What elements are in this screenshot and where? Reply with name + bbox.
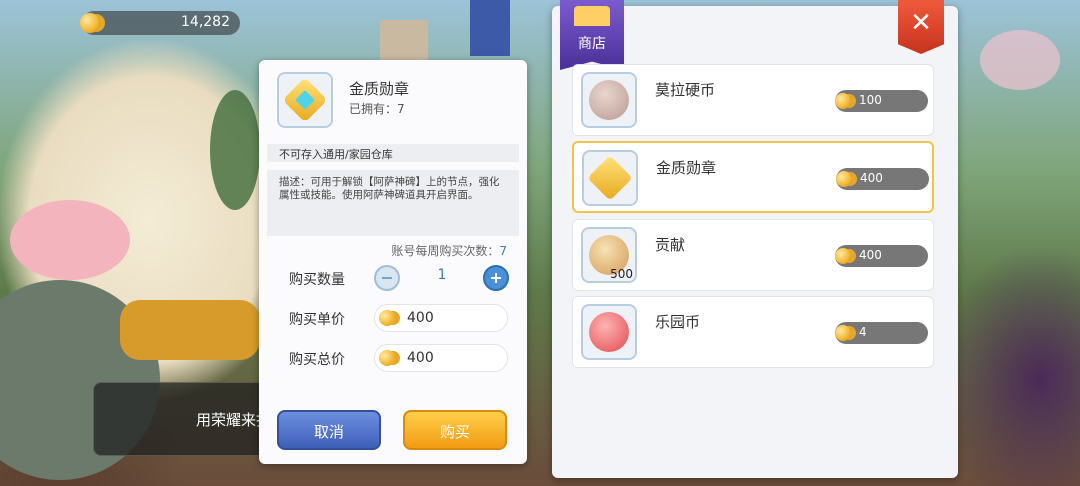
- buy-button[interactable]: 购买: [403, 410, 507, 450]
- increase-quantity-button[interactable]: [483, 265, 509, 291]
- gold-coin-icon: [835, 93, 851, 109]
- owned-value: 7: [397, 102, 405, 116]
- character-sash: [120, 300, 260, 360]
- shop-item-price: 400: [835, 245, 928, 267]
- quantity-label: 购买数量: [289, 272, 345, 288]
- mora-coin-icon: [581, 72, 637, 128]
- storage-note: 不可存入通用/家园仓库: [267, 144, 519, 162]
- unit-price-label: 购买单价: [289, 312, 345, 328]
- item-name: 金质勋章: [349, 80, 410, 98]
- gold-medal-icon: [277, 72, 333, 128]
- shop-item-price-value: 400: [859, 248, 882, 262]
- gold-medal-icon: [582, 150, 638, 206]
- shop-item-mora-coin[interactable]: 莫拉硬币 100: [572, 64, 934, 136]
- background-blossom: [980, 30, 1060, 90]
- shop-item-price-value: 400: [860, 171, 883, 185]
- shop-item-price: 400: [836, 168, 929, 190]
- unit-price-value: 400: [407, 310, 434, 326]
- item-quantity-tag: 500: [610, 267, 633, 281]
- park-coin-icon: [581, 304, 637, 360]
- shop-item-price: 100: [835, 90, 928, 112]
- shop-title: 商店: [578, 36, 606, 52]
- shop-title-badge: 商店: [560, 0, 624, 70]
- weekly-limit: 账号每周购买次数：7: [391, 242, 507, 259]
- gold-coin-icon: [835, 325, 851, 341]
- toast-message: 用荣耀来打: [93, 382, 285, 456]
- gold-coin-icon: [836, 171, 852, 187]
- shop-item-gold-medal[interactable]: 金质勋章 400: [572, 141, 934, 213]
- storage-note-text: 不可存入通用/家园仓库: [279, 148, 393, 161]
- shop-item-name: 乐园币: [655, 313, 701, 331]
- quantity-value[interactable]: 1: [409, 267, 475, 283]
- item-owned: 已拥有：7: [349, 100, 405, 117]
- gold-coin-icon: [835, 248, 851, 264]
- shop-item-name: 金质勋章: [656, 159, 717, 177]
- weekly-limit-value: 7: [499, 244, 507, 258]
- shop-item-contribution[interactable]: 500 贡献 400: [572, 219, 934, 291]
- shop-item-park-coin[interactable]: 乐园币 4: [572, 296, 934, 368]
- gold-coin-icon: [379, 310, 395, 326]
- close-button[interactable]: ✕: [898, 0, 944, 54]
- total-price-label: 购买总价: [289, 352, 345, 368]
- owned-label: 已拥有：: [349, 102, 398, 116]
- shop-item-price: 4: [835, 322, 928, 344]
- total-price-value: 400: [407, 350, 434, 366]
- shop-icon: [574, 6, 610, 26]
- background-tree: [210, 90, 260, 210]
- decrease-quantity-button[interactable]: [374, 265, 400, 291]
- item-description: 描述：可用于解锁【阿萨神碑】上的节点，强化属性或技能。使用阿萨神碑道具开启界面。: [267, 170, 519, 236]
- weekly-limit-label: 账号每周购买次数：: [391, 244, 500, 258]
- contribution-medal-icon: 500: [581, 227, 637, 283]
- item-description-text: 描述：可用于解锁【阿萨神碑】上的节点，强化属性或技能。使用阿萨神碑道具开启界面。: [279, 176, 500, 201]
- cancel-button[interactable]: 取消: [277, 410, 381, 450]
- shop-item-price-value: 4: [859, 325, 867, 339]
- unit-price-field: 400: [374, 304, 508, 332]
- shop-item-price-value: 100: [859, 93, 882, 107]
- gold-coin-icon: [379, 350, 395, 366]
- gold-coin-icon: [80, 13, 100, 33]
- character-hat: [10, 200, 130, 280]
- currency-bar: 14,282: [80, 11, 240, 35]
- shop-item-name: 贡献: [655, 236, 686, 254]
- shop-item-name: 莫拉硬币: [655, 81, 716, 99]
- purchase-dialog: 金质勋章 已拥有：7 不可存入通用/家园仓库 描述：可用于解锁【阿萨神碑】上的节…: [259, 60, 527, 464]
- background-pillar: [470, 0, 510, 56]
- currency-amount: 14,282: [181, 14, 230, 30]
- total-price-field: 400: [374, 344, 508, 372]
- close-icon[interactable]: ✕: [898, 8, 944, 38]
